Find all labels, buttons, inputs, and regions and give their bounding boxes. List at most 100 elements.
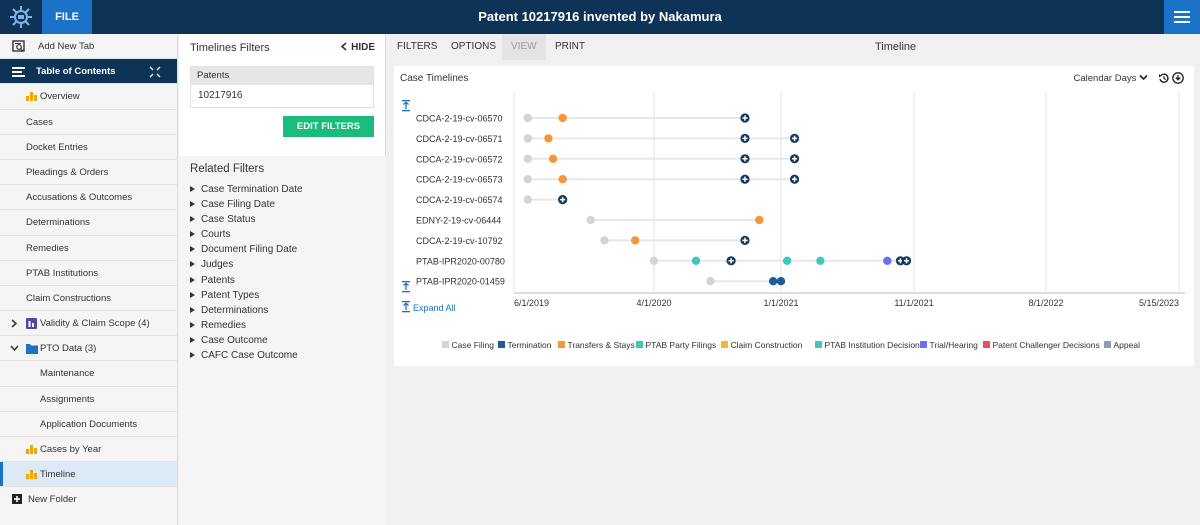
event-marker-ptab_institution[interactable]	[782, 256, 792, 265]
related-filter-item[interactable]: Case Termination Date	[179, 182, 386, 197]
related-filter-item[interactable]: Judges	[179, 257, 386, 272]
add-new-tab[interactable]: Add New Tab	[0, 34, 177, 60]
related-filter-item[interactable]: Case Outcome	[179, 333, 386, 348]
event-marker-case_filing[interactable]	[600, 236, 609, 245]
event-marker-case_filing[interactable]	[523, 154, 532, 163]
event-marker-case_filing[interactable]	[649, 256, 659, 265]
related-filter-item[interactable]: Case Status	[179, 212, 386, 227]
list-icon	[12, 59, 26, 83]
sidebar-item-determinations[interactable]: Determinations	[0, 210, 177, 236]
expand-all-icon[interactable]	[403, 302, 409, 310]
options-menu[interactable]: OPTIONS	[451, 34, 496, 60]
case-row-label[interactable]: CDCA-2-19-cv-06570	[416, 114, 503, 124]
sidebar-item-assignments[interactable]: Assignments	[0, 387, 177, 412]
caret-right-icon	[190, 186, 195, 192]
legend-label: Appeal	[1114, 340, 1141, 350]
event-marker-transfers[interactable]	[630, 236, 640, 245]
file-menu-button[interactable]: FILE	[42, 0, 92, 34]
case-row-label[interactable]: PTAB-IPR2020-00780	[416, 256, 505, 266]
hide-filters-button[interactable]: HIDE	[340, 34, 375, 62]
x-tick-label: 5/15/2023	[1139, 298, 1179, 308]
table-of-contents-label: Table of Contents	[36, 66, 116, 78]
related-filter-label: Case Outcome	[201, 334, 268, 346]
collapse-icon[interactable]	[149, 59, 161, 83]
sidebar-item-label: PTO Data (3)	[40, 343, 97, 355]
sidebar-item-remedies[interactable]: Remedies	[0, 236, 177, 261]
related-filter-item[interactable]: Courts	[179, 227, 386, 242]
event-marker-case_filing[interactable]	[523, 113, 532, 123]
sidebar-item-pleadings-orders[interactable]: Pleadings & Orders	[0, 160, 177, 186]
sidebar-item-application-documents[interactable]: Application Documents	[0, 412, 177, 437]
case-row-label[interactable]: CDCA-2-19-cv-06574	[416, 195, 503, 205]
chevron-right-icon[interactable]	[10, 311, 18, 335]
related-filter-item[interactable]: Remedies	[179, 318, 386, 333]
sidebar-item-label: Remedies	[26, 242, 69, 254]
related-filter-label: Case Status	[201, 214, 256, 226]
event-marker-ptab_party[interactable]	[691, 256, 701, 265]
sidebar-item-maintenance[interactable]: Maintenance	[0, 361, 177, 387]
event-marker-case_filing[interactable]	[523, 134, 532, 143]
sidebar-item-accusations-outcomes[interactable]: Accusations & Outcomes	[0, 185, 177, 211]
hamburger-menu-button[interactable]	[1164, 0, 1200, 34]
sidebar-item-cases[interactable]: Cases	[0, 110, 177, 135]
case-row-label[interactable]: PTAB-IPR2020-01459	[416, 277, 505, 287]
related-filter-item[interactable]: Case Filing Date	[179, 197, 386, 212]
related-filter-item[interactable]: Determinations	[179, 303, 386, 318]
related-filter-item[interactable]: Document Filing Date	[179, 242, 386, 257]
case-row-label[interactable]: CDCA-2-19-cv-06571	[416, 134, 503, 144]
event-marker-transfers[interactable]	[558, 175, 567, 184]
sidebar-item-claim-constructions[interactable]: Claim Constructions	[0, 286, 177, 312]
event-marker-transfers[interactable]	[755, 215, 764, 225]
logo-icon[interactable]	[0, 0, 42, 34]
hamburger-icon	[1174, 11, 1190, 23]
case-row-label[interactable]: EDNY-2-19-cv-06444	[416, 216, 501, 226]
event-marker-case_filing[interactable]	[706, 277, 715, 286]
caret-right-icon	[190, 246, 195, 253]
sidebar-item-cases-by-year[interactable]: Cases by Year	[0, 437, 177, 463]
event-marker-transfers[interactable]	[558, 113, 567, 123]
caret-right-icon	[190, 261, 195, 268]
x-tick-label: 4/1/2020	[636, 298, 671, 308]
caret-right-icon	[190, 306, 195, 313]
event-marker-case_filing[interactable]	[523, 175, 532, 184]
table-of-contents-header[interactable]: Table of Contents	[0, 59, 177, 85]
sidebar-item-label: Pleadings & Orders	[26, 166, 109, 178]
case-row-label[interactable]: CDCA-2-19-cv-06573	[416, 175, 503, 185]
event-marker-transfers[interactable]	[548, 154, 558, 163]
bar-chart-icon	[26, 462, 37, 486]
patents-filter-header: Patents	[191, 67, 373, 85]
sidebar-item-label: Determinations	[26, 217, 90, 229]
chevron-down-icon[interactable]	[10, 336, 19, 360]
sidebar-item-timeline[interactable]: Timeline	[0, 462, 177, 488]
sidebar-item-overview[interactable]: Overview	[0, 84, 177, 110]
view-title: Timeline	[875, 41, 917, 53]
event-marker-termination[interactable]	[776, 277, 786, 286]
event-marker-trial[interactable]	[883, 256, 892, 265]
case-row-label[interactable]: CDCA-2-19-cv-10792	[416, 236, 503, 246]
case-row-label[interactable]: CDCA-2-19-cv-06572	[416, 154, 503, 164]
event-marker-case_filing[interactable]	[586, 215, 595, 225]
expand-all-icon-bar-bottom	[402, 311, 410, 313]
related-filter-label: Courts	[201, 229, 231, 241]
sidebar-item-validity-claim-scope[interactable]: Validity & Claim Scope (4)	[0, 311, 177, 337]
event-marker-ptab_institution[interactable]	[816, 256, 825, 265]
sidebar-item-pto-data[interactable]: PTO Data (3)	[0, 336, 177, 362]
collapse-bottom-icon-bar-bottom	[402, 291, 410, 293]
collapse-bottom-icon[interactable]	[403, 282, 409, 290]
event-marker-transfers[interactable]	[544, 134, 553, 143]
related-filter-item[interactable]: Patent Types	[179, 288, 386, 303]
filters-menu[interactable]: FILTERS	[397, 34, 437, 60]
event-marker-termination[interactable]	[768, 277, 778, 286]
edit-filters-button[interactable]: EDIT FILTERS	[283, 116, 374, 137]
event-marker-case_filing[interactable]	[523, 195, 532, 204]
sidebar-item-ptab-institutions[interactable]: PTAB Institutions	[0, 261, 177, 286]
related-filter-item[interactable]: Patents	[179, 273, 386, 288]
sidebar-item-label: Accusations & Outcomes	[26, 192, 133, 204]
expand-all-link[interactable]: Expand All	[413, 303, 456, 313]
print-menu[interactable]: PRINT	[555, 34, 585, 60]
sidebar-item-docket-entries[interactable]: Docket Entries	[0, 135, 177, 160]
related-filter-item[interactable]: CAFC Case Outcome	[179, 348, 386, 363]
collapse-top-icon[interactable]	[403, 101, 409, 109]
view-menu[interactable]: VIEW	[502, 34, 546, 60]
new-folder-button[interactable]: New Folder	[0, 487, 177, 512]
